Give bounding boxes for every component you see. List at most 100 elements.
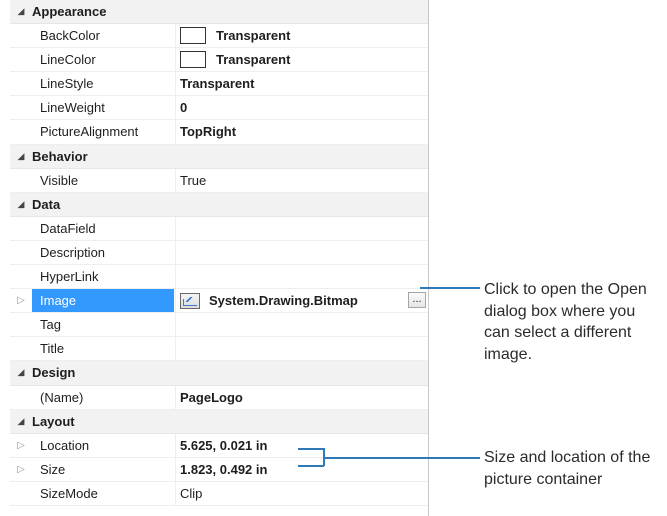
property-value[interactable]	[180, 241, 428, 264]
property-name[interactable]: DataField	[32, 217, 174, 240]
property-row-location[interactable]: ▷ Location 5.625, 0.021 in	[10, 433, 428, 458]
column-divider	[175, 48, 176, 72]
property-value-text: PageLogo	[180, 389, 243, 405]
property-name[interactable]: SizeMode	[32, 482, 174, 505]
property-value[interactable]: 1.823, 0.492 in	[180, 458, 428, 481]
property-value[interactable]: PageLogo	[180, 386, 428, 409]
column-divider	[175, 72, 176, 96]
collapse-icon[interactable]: ◢	[10, 0, 32, 23]
category-label: Design	[32, 365, 76, 381]
property-value[interactable]: Clip	[180, 482, 428, 505]
collapse-icon[interactable]: ◢	[10, 145, 32, 168]
property-row-visible[interactable]: Visible True	[10, 168, 428, 193]
layout-bracket-top	[298, 448, 324, 450]
category-layout[interactable]: ◢ Layout	[10, 409, 428, 434]
layout-callout-line	[324, 457, 480, 459]
column-divider	[175, 120, 176, 144]
property-name[interactable]: Title	[32, 337, 174, 360]
expand-icon[interactable]: ▷	[10, 458, 32, 481]
bitmap-icon	[180, 292, 200, 309]
column-divider	[175, 313, 176, 337]
property-value[interactable]: Transparent	[180, 72, 428, 95]
category-data[interactable]: ◢ Data	[10, 192, 428, 217]
browse-button[interactable]: ...	[408, 292, 426, 309]
collapse-icon[interactable]: ◢	[10, 193, 32, 216]
category-label: Appearance	[32, 4, 107, 19]
property-name[interactable]: Size	[32, 458, 174, 481]
property-value[interactable]: True	[180, 169, 428, 192]
property-row-tag[interactable]: Tag	[10, 313, 428, 338]
column-divider	[175, 337, 176, 361]
property-row-image[interactable]: ▷ Image System.Drawing.Bitmap...	[10, 289, 428, 314]
column-divider	[175, 457, 176, 481]
property-value-text: 1.823, 0.492 in	[180, 461, 268, 477]
column-divider	[175, 216, 176, 240]
image-callout-text: Click to open the Open dialog box where …	[484, 281, 647, 363]
collapse-icon[interactable]: ◢	[10, 410, 32, 433]
category-behavior[interactable]: ◢ Behavior	[10, 144, 428, 169]
property-name[interactable]: Visible	[32, 169, 174, 192]
property-name[interactable]: Location	[32, 434, 174, 457]
property-value[interactable]: TopRight	[180, 120, 428, 143]
property-row-linestyle[interactable]: LineStyle Transparent	[10, 72, 428, 97]
column-divider	[175, 385, 176, 409]
column-divider	[175, 168, 176, 192]
property-row-description[interactable]: Description	[10, 240, 428, 266]
property-row-picturealignment[interactable]: PictureAlignment TopRight	[10, 120, 428, 145]
property-row-name[interactable]: (Name) PageLogo	[10, 385, 428, 410]
property-name[interactable]: BackColor	[32, 24, 174, 47]
property-name[interactable]: LineStyle	[32, 72, 174, 95]
image-callout-line	[420, 287, 480, 289]
property-value[interactable]: System.Drawing.Bitmap	[180, 289, 428, 312]
collapse-icon[interactable]: ◢	[10, 361, 32, 384]
column-divider	[175, 240, 176, 265]
property-name[interactable]: Tag	[32, 313, 174, 336]
property-name[interactable]: Description	[32, 241, 174, 264]
property-value[interactable]	[180, 313, 428, 336]
property-value-text: 5.625, 0.021 in	[180, 437, 268, 453]
property-value[interactable]: 5.625, 0.021 in	[180, 434, 428, 457]
color-swatch-icon	[180, 27, 206, 45]
property-row-datafield[interactable]: DataField	[10, 216, 428, 241]
category-label: Behavior	[32, 148, 88, 164]
property-row-size[interactable]: ▷ Size 1.823, 0.492 in	[10, 457, 428, 482]
property-name[interactable]: LineWeight	[32, 96, 174, 119]
property-value[interactable]: 0	[180, 96, 428, 119]
property-value-text: TopRight	[180, 124, 237, 140]
property-name[interactable]: LineColor	[32, 48, 174, 71]
property-grid: ◢ Appearance BackColor Transparent LineColor…	[10, 0, 429, 516]
property-row-title[interactable]: Title	[10, 337, 428, 362]
category-label: Layout	[32, 413, 75, 429]
layout-callout-text: Size and location of the picture contain…	[484, 449, 651, 488]
property-value[interactable]	[180, 217, 428, 240]
layout-bracket-bottom	[298, 465, 324, 467]
property-value[interactable]: Transparent	[180, 24, 428, 47]
property-value-text: Transparent	[180, 76, 255, 92]
expand-icon[interactable]: ▷	[10, 289, 32, 312]
column-divider	[175, 481, 176, 505]
column-divider	[175, 433, 176, 457]
property-value-text: True	[180, 172, 207, 188]
category-design[interactable]: ◢ Design	[10, 361, 428, 386]
property-row-linecolor[interactable]: LineColor Transparent	[10, 48, 428, 73]
property-value[interactable]	[180, 337, 428, 360]
property-row-hyperlink[interactable]: HyperLink	[10, 265, 428, 290]
property-value-text: Transparent	[216, 52, 291, 68]
property-name[interactable]: Image	[32, 289, 174, 313]
property-value[interactable]: Transparent	[180, 48, 428, 71]
expand-icon[interactable]: ▷	[10, 434, 32, 457]
column-divider	[175, 289, 176, 313]
property-row-lineweight[interactable]: LineWeight 0	[10, 96, 428, 121]
property-row-backcolor[interactable]: BackColor Transparent	[10, 24, 428, 49]
property-value-text: Clip	[180, 485, 203, 501]
category-label: Data	[32, 196, 61, 212]
property-value-text: 0	[180, 100, 188, 116]
property-name[interactable]: HyperLink	[32, 265, 174, 288]
category-appearance[interactable]: ◢ Appearance	[10, 0, 428, 25]
property-name[interactable]: PictureAlignment	[32, 120, 174, 143]
column-divider	[175, 265, 176, 289]
property-name[interactable]: (Name)	[32, 386, 174, 409]
property-row-sizemode[interactable]: SizeMode Clip	[10, 481, 428, 506]
column-divider	[175, 24, 176, 48]
property-value[interactable]	[180, 265, 428, 288]
